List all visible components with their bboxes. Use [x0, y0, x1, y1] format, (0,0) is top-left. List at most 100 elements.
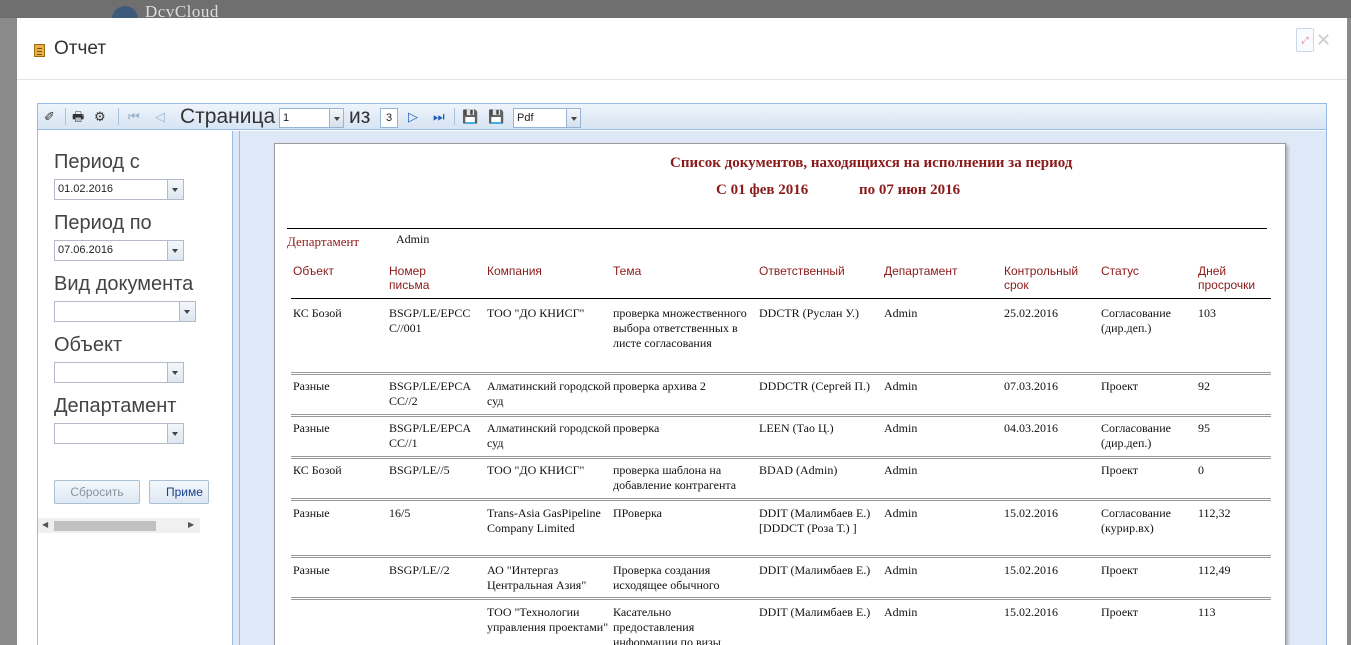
parameters-icon[interactable]: ✐	[44, 108, 55, 125]
report-department-label: Департамент	[287, 234, 360, 249]
cell-deadline: 25.02.2016	[1004, 306, 1058, 320]
cell-department: Admin	[884, 421, 918, 435]
row-divider	[291, 372, 1271, 375]
col-header-deadline: Контрольный срок	[1004, 264, 1079, 292]
cell-responsible: DDIT (Малимбаев Е.)	[759, 605, 871, 619]
department-field[interactable]	[54, 423, 184, 444]
chevron-down-icon[interactable]	[167, 241, 183, 260]
cell-responsible: DDIT (Малимбаев Е.) [DDDCT (Роза Т.) ]	[759, 506, 871, 535]
scroll-left-icon[interactable]: ◀	[42, 520, 48, 529]
cell-responsible: LEEN (Тао Ц.)	[759, 421, 834, 435]
row-divider	[291, 498, 1271, 501]
total-pages: 3	[380, 108, 398, 128]
save-icon[interactable]: 💾	[462, 108, 478, 125]
cell-overdue: 103	[1198, 306, 1216, 320]
report-period-from: С 01 фев 2016	[716, 182, 809, 198]
col-header-status: Статус	[1101, 264, 1139, 278]
chevron-down-icon[interactable]	[167, 363, 183, 382]
cell-status: Согласование (дир.деп.)	[1101, 306, 1171, 335]
reset-button[interactable]: Сбросить	[54, 480, 140, 504]
chevron-down-icon[interactable]	[167, 424, 183, 443]
col-header-object: Объект	[293, 264, 334, 278]
cell-company: Trans-Asia GasPipeline Company Limited	[487, 506, 601, 535]
close-icon[interactable]: ✕	[1316, 30, 1331, 51]
cell-overdue: 0	[1198, 463, 1204, 477]
scroll-thumb[interactable]	[54, 521, 156, 531]
cell-responsible: DDIT (Малимбаев Е.)	[759, 563, 871, 577]
next-page-icon[interactable]: ▷	[408, 108, 418, 125]
export-format-combo[interactable]: Pdf	[513, 108, 581, 128]
cell-company: Алматинский городской суд	[487, 421, 611, 450]
cell-object: Разные	[293, 421, 330, 435]
cell-number: BSGP/LE//5	[389, 463, 450, 477]
row-divider	[291, 414, 1271, 417]
col-header-overdue: Дней просрочки	[1198, 264, 1256, 292]
cell-company: АО "Интергаз Центральная Азия"	[487, 563, 587, 592]
cell-company: ТОО "Технологии управления проектами"	[487, 605, 609, 634]
object-field[interactable]	[54, 362, 184, 383]
chevron-down-icon[interactable]	[167, 180, 183, 199]
export-format-value: Pdf	[517, 112, 534, 124]
page-number-combo[interactable]: 1	[279, 108, 344, 128]
chevron-down-icon[interactable]	[329, 109, 343, 127]
col-header-number: Номер письма	[389, 264, 430, 292]
row-divider	[291, 555, 1271, 558]
report-period-to: по 07 июн 2016	[859, 182, 961, 198]
last-page-icon[interactable]: ⏭	[433, 108, 445, 125]
cell-object: Разные	[293, 506, 330, 520]
modal-title: Отчет	[54, 38, 107, 59]
chevron-down-icon[interactable]	[179, 302, 195, 321]
apply-button[interactable]: Приме	[149, 480, 209, 504]
page-number-value: 1	[283, 112, 290, 124]
panel-horizontal-scrollbar[interactable]: ◀ ▶	[38, 518, 200, 533]
cell-deadline: 15.02.2016	[1004, 563, 1058, 577]
period-to-field[interactable]: 07.06.2016	[54, 240, 184, 261]
col-header-department: Департамент	[884, 264, 958, 278]
export-icon[interactable]: 💾	[488, 108, 504, 125]
doc-type-field[interactable]	[54, 301, 196, 322]
cell-overdue: 92	[1198, 379, 1210, 393]
cell-subject: проверка архива 2	[613, 379, 706, 393]
toolbar-separator	[65, 108, 66, 125]
object-label: Объект	[54, 334, 123, 356]
cell-department: Admin	[884, 506, 918, 520]
cell-responsible: DDDCTR (Сергей П.)	[759, 379, 870, 393]
cell-subject: проверка	[613, 421, 660, 435]
period-from-value: 01.02.2016	[58, 183, 114, 195]
cell-responsible: BDAD (Admin)	[759, 463, 838, 477]
cell-company: ТОО "ДО КНИСГ"	[487, 463, 585, 477]
cell-object: КС Бозой	[293, 463, 342, 477]
cell-department: Admin	[884, 563, 918, 577]
panel-splitter[interactable]	[233, 131, 240, 645]
scroll-right-icon[interactable]: ▶	[188, 520, 194, 529]
row-divider	[291, 456, 1271, 459]
maximize-icon[interactable]: ⤢	[1296, 28, 1314, 52]
cell-overdue: 112,32	[1198, 506, 1231, 520]
cell-department: Admin	[884, 463, 918, 477]
cell-department: Admin	[884, 306, 918, 320]
of-label: из	[349, 105, 371, 128]
report-page: Список документов, находящихся на исполн…	[274, 143, 1286, 645]
cell-status: Проект	[1101, 463, 1139, 477]
report-header-rule	[287, 228, 1267, 229]
first-page-icon[interactable]: ⏮	[128, 108, 140, 125]
cell-deadline: 15.02.2016	[1004, 605, 1058, 619]
period-to-value: 07.06.2016	[58, 244, 114, 256]
chevron-down-icon[interactable]	[566, 109, 580, 127]
cell-department: Admin	[884, 379, 918, 393]
cell-status: Проект	[1101, 605, 1139, 619]
viewer-toolbar: ✐ 🖶 ⚙ ⏮ ◁ Страница 1 из 3 ▷ ⏭ 💾 💾 Pdf	[38, 104, 1326, 130]
cell-subject: ПРоверка	[613, 506, 662, 520]
cell-status: Согласование (дир.деп.)	[1101, 421, 1171, 450]
cell-company: ТОО "ДО КНИСГ"	[487, 306, 585, 320]
period-from-field[interactable]: 01.02.2016	[54, 179, 184, 200]
cell-overdue: 95	[1198, 421, 1210, 435]
col-header-company: Компания	[487, 264, 542, 278]
print-icon[interactable]: 🖶	[72, 108, 84, 125]
report-department-value: Admin	[396, 232, 430, 246]
print-settings-icon[interactable]: ⚙	[94, 108, 106, 125]
prev-page-icon[interactable]: ◁	[155, 108, 165, 125]
col-header-responsible: Ответственный	[759, 264, 845, 278]
cell-company: Алматинский городской суд	[487, 379, 611, 408]
row-divider	[291, 597, 1271, 600]
